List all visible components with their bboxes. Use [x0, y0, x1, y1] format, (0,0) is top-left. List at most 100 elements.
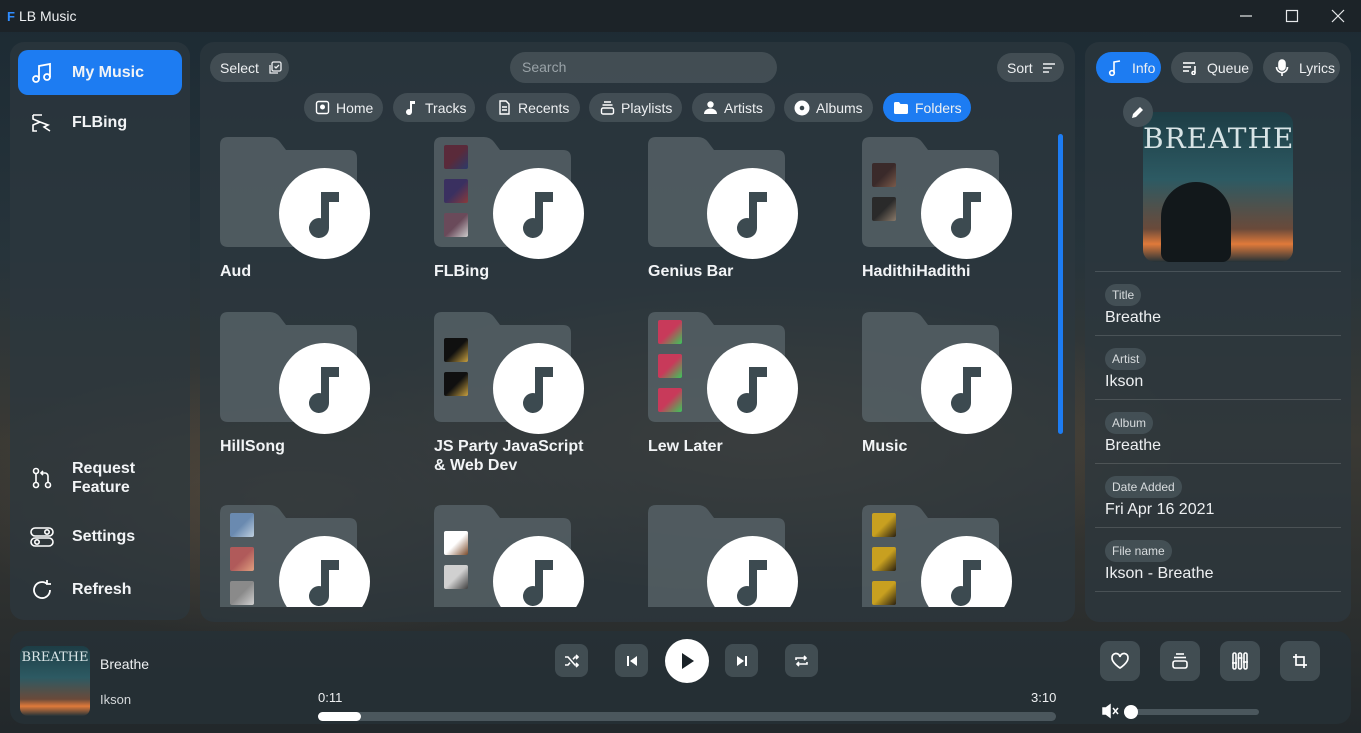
- filter-folders[interactable]: Folders: [883, 93, 971, 122]
- folder-item[interactable]: [434, 505, 614, 607]
- select-label: Select: [220, 59, 259, 76]
- sidebar-item-request-feature[interactable]: Request Feature: [18, 455, 182, 501]
- info-value: Fri Apr 16 2021: [1105, 501, 1215, 518]
- folder-item[interactable]: Lew Later: [648, 312, 828, 482]
- info-label: Artist: [1105, 348, 1147, 370]
- select-button[interactable]: Select: [210, 53, 289, 82]
- repeat-button[interactable]: [785, 644, 818, 677]
- music-note-icon: [736, 191, 767, 238]
- sidebar-item-settings[interactable]: Settings: [18, 514, 182, 559]
- select-multiple-icon: [267, 60, 283, 76]
- volume-slider[interactable]: [1124, 705, 1259, 719]
- filter-tracks[interactable]: Tracks: [393, 93, 475, 122]
- folder-item[interactable]: [648, 505, 828, 607]
- sort-icon: [1041, 60, 1057, 76]
- info-value: Breathe: [1105, 437, 1162, 454]
- folder-name: Aud: [220, 263, 252, 280]
- filter-label: Recents: [518, 99, 570, 116]
- crop-icon: [1293, 654, 1307, 668]
- sidebar-item-refresh[interactable]: Refresh: [18, 567, 182, 612]
- search-input[interactable]: Search: [510, 52, 777, 83]
- queue-icon: [1181, 59, 1199, 77]
- filter-recents[interactable]: Recents: [486, 93, 580, 122]
- home-icon: [314, 100, 330, 116]
- music-note-icon: [522, 366, 553, 413]
- maximize-icon: [1285, 9, 1299, 23]
- now-playing-artist: Ikson: [100, 692, 132, 707]
- folder-thumbnail: [872, 547, 896, 571]
- folder-thumbnail: [872, 581, 896, 605]
- tab-info[interactable]: Info: [1096, 52, 1161, 83]
- folder-name: HadithiHadithi: [862, 263, 971, 280]
- info-label: Album: [1105, 412, 1154, 434]
- mini-player-button[interactable]: [1280, 641, 1320, 681]
- filter-label: Home: [336, 99, 374, 116]
- folder-item[interactable]: [220, 505, 400, 607]
- close-button[interactable]: [1315, 0, 1361, 32]
- music-notes-icon: [28, 59, 56, 87]
- shuffle-button[interactable]: [555, 644, 588, 677]
- minimize-button[interactable]: [1223, 0, 1269, 32]
- close-icon: [1331, 9, 1345, 23]
- folder-item[interactable]: JS Party JavaScript & Web Dev: [434, 312, 614, 482]
- folder-name: Music: [862, 438, 908, 455]
- folder-item[interactable]: Music: [862, 312, 1042, 482]
- music-note-icon: [522, 559, 553, 606]
- folder-item[interactable]: Aud: [220, 137, 400, 307]
- next-button[interactable]: [725, 644, 758, 677]
- toggles-icon: [28, 523, 56, 551]
- volume-thumb[interactable]: [1124, 705, 1138, 719]
- previous-button[interactable]: [615, 644, 648, 677]
- folder-item[interactable]: HadithiHadithi: [862, 137, 1042, 307]
- folder-music-badge: [493, 168, 584, 259]
- disc-icon: [794, 100, 810, 116]
- folder-item[interactable]: HillSong: [220, 312, 400, 482]
- favorite-button[interactable]: [1100, 641, 1140, 681]
- equalizer-button[interactable]: [1220, 641, 1260, 681]
- info-row: Date Added Fri Apr 16 2021: [1095, 464, 1341, 528]
- progress-track[interactable]: [318, 712, 1056, 721]
- progress-fill: [318, 712, 361, 721]
- sidebar-item-label: Refresh: [72, 580, 132, 598]
- sidebar-item-flbing[interactable]: FLBing: [18, 100, 182, 145]
- playlist-icon: [599, 100, 615, 116]
- info-row: File name Ikson - Breathe: [1095, 528, 1341, 592]
- scrollbar[interactable]: [1058, 134, 1063, 434]
- microphone-icon: [1273, 58, 1291, 77]
- sort-button[interactable]: Sort: [997, 53, 1064, 82]
- maximize-button[interactable]: [1269, 0, 1315, 32]
- filter-home[interactable]: Home: [304, 93, 383, 122]
- folder-music-badge: [707, 168, 798, 259]
- title-bar: F LB Music: [0, 0, 1361, 32]
- play-button[interactable]: [665, 639, 709, 683]
- folder-thumbnail: [444, 531, 468, 555]
- volume-button[interactable]: [1102, 703, 1122, 721]
- equalizer-icon: [1232, 652, 1248, 670]
- add-to-playlist-button[interactable]: [1160, 641, 1200, 681]
- folder-item[interactable]: [862, 505, 1042, 607]
- music-note-icon: [736, 559, 767, 606]
- refresh-icon: [28, 576, 56, 604]
- tab-lyrics[interactable]: Lyrics: [1263, 52, 1340, 83]
- filter-albums[interactable]: Albums: [784, 93, 873, 122]
- filter-artists[interactable]: Artists: [692, 93, 775, 122]
- tab-queue[interactable]: Queue: [1171, 52, 1253, 83]
- folder-item[interactable]: Genius Bar: [648, 137, 828, 307]
- folder-thumbnail: [444, 145, 468, 169]
- folder-name: FLBing: [434, 263, 490, 280]
- folder-thumbnail: [444, 338, 468, 362]
- heart-icon: [1111, 652, 1129, 670]
- folder-thumbnail: [658, 354, 682, 378]
- music-note-icon: [403, 100, 419, 116]
- folder-music-badge: [279, 343, 370, 434]
- minimize-icon: [1240, 15, 1252, 17]
- folder-music-badge: [921, 343, 1012, 434]
- folder-thumbnail: [658, 320, 682, 344]
- music-note-icon: [950, 191, 981, 238]
- request-label-line1: Request: [72, 460, 136, 477]
- edit-art-button[interactable]: [1123, 97, 1153, 127]
- info-row: Title Breathe: [1095, 272, 1341, 336]
- filter-playlists[interactable]: Playlists: [589, 93, 682, 122]
- folder-item[interactable]: FLBing: [434, 137, 614, 307]
- sidebar-item-my-music[interactable]: My Music: [18, 50, 182, 95]
